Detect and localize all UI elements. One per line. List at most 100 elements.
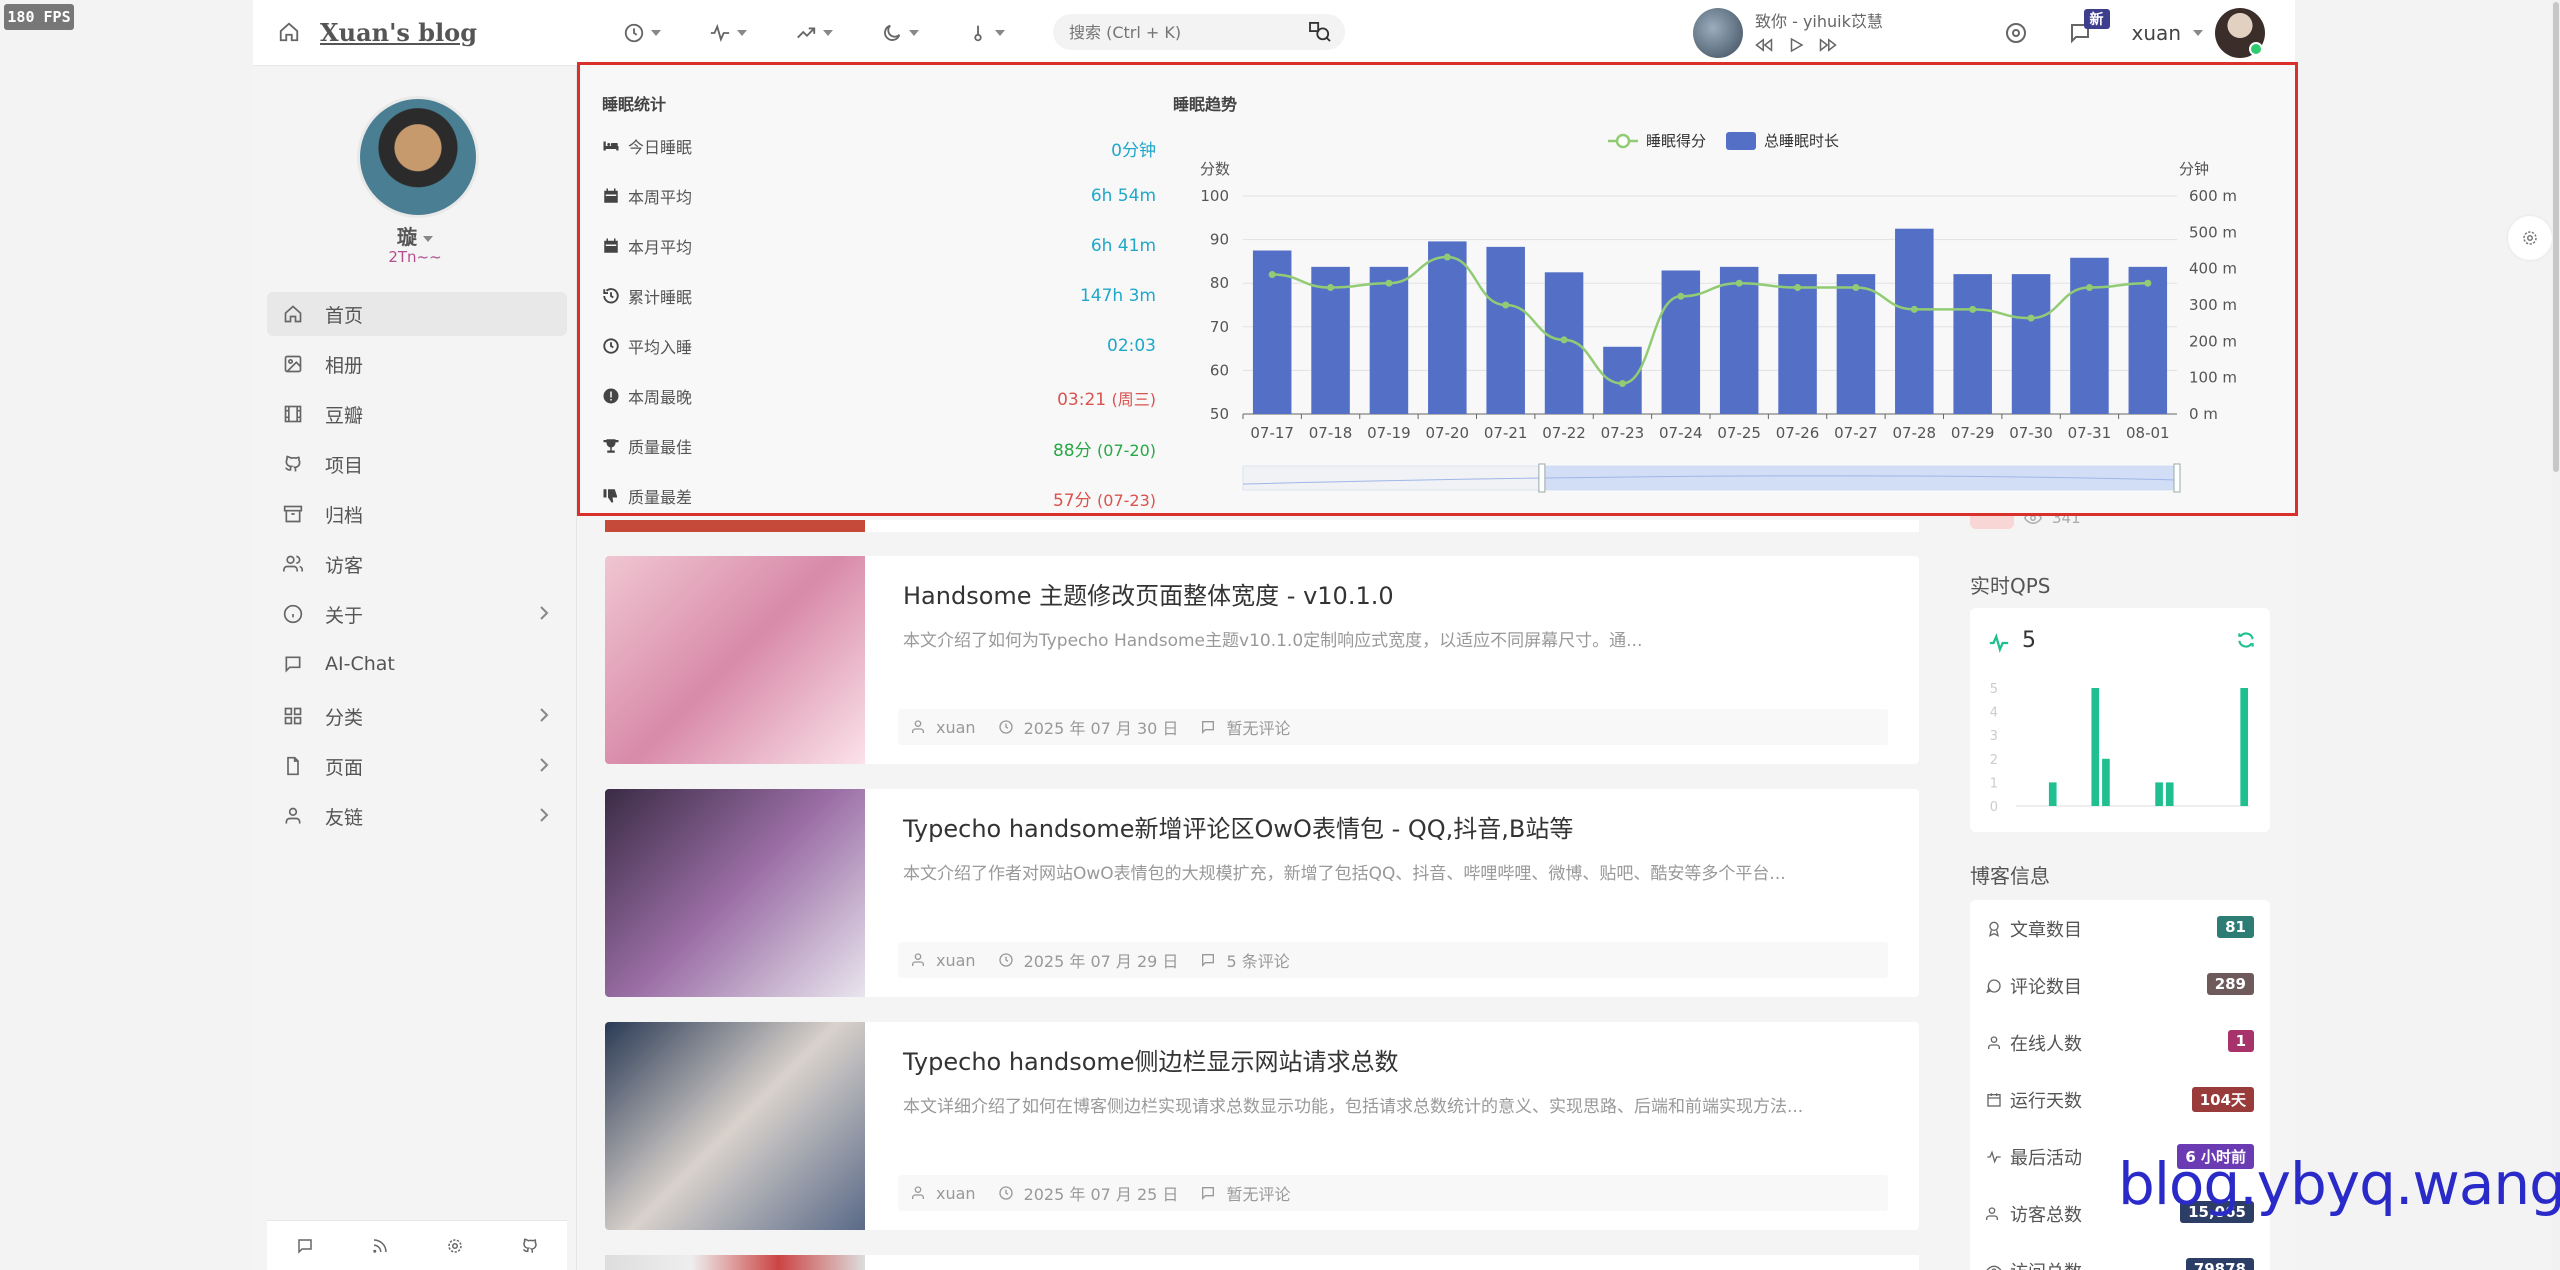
post-thumbnail[interactable]	[605, 1022, 865, 1230]
calendar-icon	[604, 238, 618, 253]
post-title[interactable]: Typecho handsome侧边栏显示网站请求总数	[903, 1042, 1399, 1077]
post-card[interactable]: Typecho handsome新增评论区OwO表情包 - QQ,抖音,B站等 …	[605, 789, 1919, 997]
x-tick-label: 07-19	[1367, 424, 1411, 442]
sleep-row-value: 03:21 (周三)	[1057, 386, 1156, 410]
user-menu[interactable]: xuan	[2132, 8, 2265, 58]
qps-tick-label: 5	[1990, 682, 1998, 697]
brand-title[interactable]: Xuan's blog	[320, 18, 477, 47]
user-icon	[912, 953, 924, 966]
sidebar-item-archive[interactable]: 归档	[267, 492, 567, 536]
github-icon[interactable]	[521, 1237, 539, 1255]
post-card-partial[interactable]	[605, 1255, 1919, 1270]
pulse-icon	[1989, 633, 2009, 653]
sidebar-item-ai-chat[interactable]: AI-Chat	[267, 642, 567, 686]
sidebar-item-categories[interactable]: 分类	[267, 694, 567, 738]
search-input[interactable]	[1069, 22, 1289, 42]
thermometer-icon	[974, 25, 982, 42]
clock-icon	[603, 338, 619, 354]
stat-row-posts: 文章数目 81	[1970, 900, 2270, 957]
sidebar-item-visitors[interactable]: 访客	[267, 542, 567, 586]
sleep-row-value: 57分 (07-23)	[1053, 486, 1156, 511]
rss-icon[interactable]	[371, 1237, 389, 1255]
sidebar-item-about[interactable]: 关于	[267, 592, 567, 636]
legend-label-line: 睡眠得分	[1646, 132, 1706, 150]
person-icon	[1988, 1035, 2000, 1049]
sleep-row-main: 147h 3m	[1079, 286, 1156, 306]
sidebar-item-friends[interactable]: 友链	[267, 794, 567, 838]
sleep-stats-title: 睡眠统计	[602, 95, 667, 114]
stat-badge: 1	[2227, 1030, 2254, 1052]
activity-menu[interactable]	[709, 16, 765, 50]
rewind-icon[interactable]	[1755, 36, 1773, 54]
gear-icon[interactable]	[446, 1237, 464, 1255]
scrollbar-thumb[interactable]	[2553, 2, 2559, 472]
avatar[interactable]	[2215, 8, 2265, 58]
search-icon[interactable]	[1309, 22, 1331, 42]
temperature-menu[interactable]	[967, 16, 1023, 50]
post-card[interactable]: Handsome 主题修改页面整体宽度 - v10.1.0 本文介绍了如何为Ty…	[605, 556, 1919, 764]
profile-name-wrap[interactable]: 璇	[253, 221, 577, 250]
post-comments[interactable]: 暂无评论	[1226, 1181, 1290, 1205]
score-point	[1852, 284, 1860, 292]
trophy-icon	[603, 439, 619, 453]
post-author[interactable]: xuan	[936, 1184, 976, 1203]
post-author[interactable]: xuan	[936, 718, 976, 737]
qps-tick-label: 0	[1990, 800, 1998, 815]
score-point	[1677, 292, 1685, 300]
post-meta: xuan 2025 年 07 月 30 日 暂无评论	[898, 709, 1888, 745]
post-date: 2025 年 07 月 25 日	[1023, 1185, 1179, 1204]
album-cover[interactable]	[1693, 8, 1743, 58]
post-excerpt: 本文介绍了如何为Typecho Handsome主题v10.1.0定制响应式宽度…	[903, 631, 1643, 651]
comment-icon	[1202, 1187, 1215, 1200]
post-title[interactable]: Typecho handsome新增评论区OwO表情包 - QQ,抖音,B站等	[903, 809, 1573, 844]
comment-icon	[1202, 954, 1215, 967]
refresh-icon[interactable]	[2236, 630, 2256, 650]
post-thumbnail[interactable]	[605, 520, 865, 532]
score-point	[2144, 279, 2152, 287]
sleep-row-extra: (07-20)	[1097, 441, 1156, 460]
comment-icon[interactable]	[296, 1237, 314, 1255]
post-card[interactable]: Typecho handsome侧边栏显示网站请求总数 本文详细介绍了如何在博客…	[605, 1022, 1919, 1230]
trend-menu[interactable]	[795, 16, 851, 50]
sleep-row-main: 02:03	[1107, 336, 1156, 356]
sleep-menu[interactable]	[881, 16, 937, 50]
message-button[interactable]: 新	[2068, 9, 2110, 45]
pulse-icon	[710, 23, 730, 43]
y-tick-right: 600 m	[2189, 187, 2237, 205]
sidebar-item-douban[interactable]: 豆瓣	[267, 392, 567, 436]
post-author[interactable]: xuan	[936, 951, 976, 970]
chevron-down-icon	[651, 30, 661, 36]
x-tick-label: 07-18	[1309, 424, 1353, 442]
sleep-row-label: 本周最晚	[628, 388, 693, 407]
y-tick-left: 90	[1210, 231, 1229, 249]
post-thumbnail[interactable]	[605, 556, 865, 764]
image-icon	[284, 355, 302, 373]
clock-menu[interactable]	[623, 16, 679, 50]
post-thumbnail[interactable]	[605, 789, 865, 997]
post-thumbnail[interactable]	[605, 1255, 865, 1270]
fast-forward-icon[interactable]	[1819, 36, 1837, 54]
chevron-right-icon	[540, 758, 549, 772]
sidebar-item-album[interactable]: 相册	[267, 342, 567, 386]
profile-avatar[interactable]	[357, 96, 479, 218]
brand[interactable]: Xuan's blog	[278, 12, 477, 52]
score-point	[2085, 284, 2093, 292]
sidebar-item-pages[interactable]: 页面	[267, 744, 567, 788]
sidebar-item-projects[interactable]: 项目	[267, 442, 567, 486]
post-title[interactable]: Handsome 主题修改页面整体宽度 - v10.1.0	[903, 576, 1394, 611]
qps-tick-label: 4	[1990, 706, 1998, 721]
post-card-partial[interactable]	[605, 520, 1919, 532]
github-icon	[285, 455, 301, 472]
play-icon[interactable]	[1787, 36, 1805, 54]
settings-button[interactable]	[2508, 216, 2552, 260]
target-icon[interactable]	[2004, 21, 2028, 45]
post-comments[interactable]: 5 条评论	[1226, 948, 1289, 972]
x-tick-label: 07-17	[1250, 424, 1294, 442]
search-box[interactable]	[1053, 14, 1345, 50]
chevron-down-icon	[995, 30, 1005, 36]
stat-badge: 289	[2206, 973, 2254, 995]
post-comments[interactable]: 暂无评论	[1226, 715, 1290, 739]
sidebar-item-home[interactable]: 首页	[267, 292, 567, 336]
alert-icon	[603, 388, 619, 404]
post-excerpt: 本文详细介绍了如何在博客侧边栏实现请求总数显示功能，包括请求总数统计的意义、实现…	[903, 1097, 1804, 1117]
